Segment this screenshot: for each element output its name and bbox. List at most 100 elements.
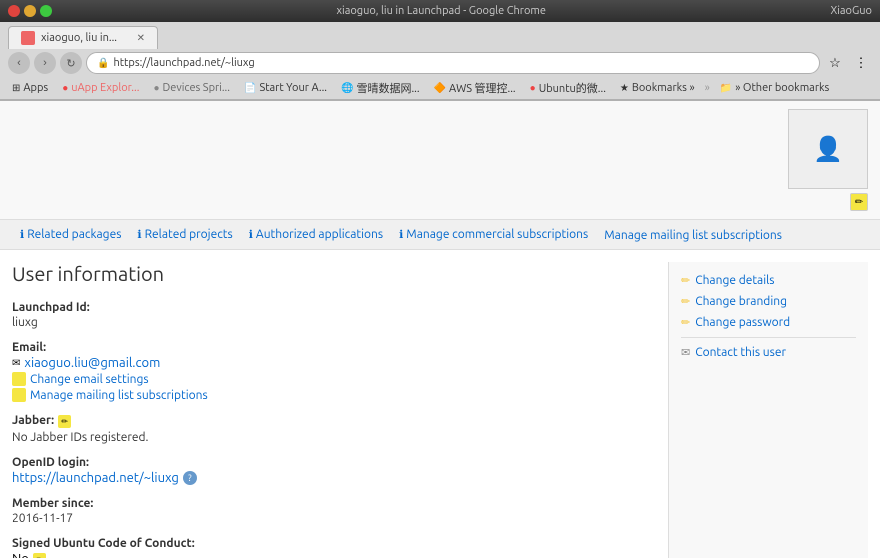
manage-mailing-label: Manage mailing list subscriptions <box>604 229 782 242</box>
main-content: 👤 ✏ ℹ Related packages ℹ Related project… <box>0 101 880 558</box>
openid-link[interactable]: https://launchpad.net/~liuxg <box>12 471 179 485</box>
jabber-section: Jabber: ✏ No Jabber IDs registered. <box>12 414 648 444</box>
change-password-label: Change password <box>695 316 790 329</box>
bookmark-snow[interactable]: 🌐 雪晴数据网... <box>337 79 424 97</box>
uapp-icon: ● <box>62 82 68 94</box>
bookmark-devices[interactable]: ● Devices Spri... <box>149 81 234 95</box>
openid-help-icon[interactable]: ? <box>183 471 197 485</box>
bookmark-start-label: Start Your A... <box>259 82 327 94</box>
bookmark-other-label: » Other bookmarks <box>735 82 829 94</box>
window-title: xiaoguo, liu in Launchpad - Google Chrom… <box>58 5 824 17</box>
url-bar[interactable]: 🔒 https://launchpad.net/~liuxg <box>86 52 820 74</box>
reload-button[interactable]: ↻ <box>60 52 82 74</box>
snow-icon: 🌐 <box>341 82 353 94</box>
star-icon: ★ <box>620 82 629 94</box>
minimize-button[interactable] <box>24 5 36 17</box>
launchpad-id-value: liuxg <box>12 316 648 329</box>
bookmark-ubuntu[interactable]: ● Ubuntu的微... <box>526 79 610 97</box>
bookmark-aws[interactable]: 🔶 AWS 管理控... <box>430 79 520 97</box>
coc-label: Signed Ubuntu Code of Conduct: <box>12 537 648 550</box>
email-label: Email: <box>12 341 648 354</box>
aws-icon: 🔶 <box>434 82 446 94</box>
openid-value-row: https://launchpad.net/~liuxg ? <box>12 471 648 485</box>
jabber-label: Jabber: <box>12 414 54 427</box>
ubuntu-icon: ● <box>530 82 536 94</box>
active-tab[interactable]: xiaoguo, liu in... ✕ <box>8 26 158 49</box>
related-packages-label: Related packages <box>27 228 121 241</box>
edit-coc-button[interactable]: ✏ <box>33 553 46 558</box>
bookmark-devices-label: Devices Spri... <box>162 82 230 94</box>
bookmarks-bar: ⊞ Apps ● uApp Explor... ● Devices Spri..… <box>0 77 880 100</box>
manage-mailing-link[interactable]: Manage mailing list subscriptions <box>604 229 782 242</box>
os-user: XiaoGuo <box>830 5 872 17</box>
user-avatar: 👤 <box>788 109 868 189</box>
tab-bar: xiaoguo, liu in... ✕ <box>0 22 880 49</box>
contact-user-label: Contact this user <box>695 346 786 359</box>
member-since-label: Member since: <box>12 497 648 510</box>
bookmark-apps-label: Apps <box>23 82 48 94</box>
edit-jabber-button[interactable]: ✏ <box>58 415 71 428</box>
related-packages-link[interactable]: ℹ Related packages <box>12 226 129 243</box>
email-section: Email: ✉ xiaoguo.liu@gmail.com ✏ Change … <box>12 341 648 402</box>
menu-button[interactable]: ⋮ <box>850 52 872 74</box>
change-password-action[interactable]: ✏ Change password <box>681 316 856 329</box>
member-since-value: 2016-11-17 <box>12 512 648 525</box>
jabber-value: No Jabber IDs registered. <box>12 431 648 444</box>
bookmark-bookmarks[interactable]: ★ Bookmarks » <box>616 81 699 95</box>
email-value-link[interactable]: xiaoguo.liu@gmail.com <box>24 356 160 370</box>
back-button[interactable]: ‹ <box>8 52 30 74</box>
forward-button[interactable]: › <box>34 52 56 74</box>
bookmark-other[interactable]: 📁 » Other bookmarks <box>716 81 834 95</box>
manage-mailing-action-label: Manage mailing list subscriptions <box>30 389 208 402</box>
header-right: 👤 ✏ <box>788 109 868 211</box>
bookmark-start[interactable]: 📄 Start Your A... <box>240 81 331 95</box>
coc-value: No <box>12 552 29 558</box>
page-header: 👤 ✏ <box>0 101 880 220</box>
window-controls[interactable] <box>8 5 52 17</box>
change-details-action[interactable]: ✏ Change details <box>681 274 856 287</box>
devices-icon: ● <box>153 82 159 94</box>
manage-mailing-action[interactable]: ✏ Manage mailing list subscriptions <box>12 388 648 402</box>
authorized-apps-link[interactable]: ℹ Authorized applications <box>241 226 391 243</box>
change-branding-label: Change branding <box>695 295 787 308</box>
sidebar-divider <box>681 337 856 338</box>
launchpad-id-label: Launchpad Id: <box>12 301 648 314</box>
related-projects-link[interactable]: ℹ Related projects <box>129 226 240 243</box>
info-icon-apps: ℹ <box>249 228 253 241</box>
pencil-icon-mailing: ✏ <box>12 388 26 402</box>
edit-avatar-button[interactable]: ✏ <box>850 193 868 211</box>
apps-grid-icon: ⊞ <box>12 82 20 94</box>
bookmark-aws-label: AWS 管理控... <box>449 80 516 96</box>
folder-icon: 📁 <box>720 82 732 94</box>
maximize-button[interactable] <box>40 5 52 17</box>
envelope-icon: ✉ <box>681 346 690 359</box>
info-icon-packages: ℹ <box>20 228 24 241</box>
nav-bar: ‹ › ↻ 🔒 https://launchpad.net/~liuxg ☆ ⋮ <box>0 49 880 77</box>
contact-user-action[interactable]: ✉ Contact this user <box>681 346 856 359</box>
content-area: User information Launchpad Id: liuxg Ema… <box>0 250 880 558</box>
close-button[interactable] <box>8 5 20 17</box>
tab-close-button[interactable]: ✕ <box>137 32 145 44</box>
email-envelope-icon: ✉ <box>12 357 20 369</box>
doc-icon: 📄 <box>244 82 256 94</box>
openid-section: OpenID login: https://launchpad.net/~liu… <box>12 456 648 485</box>
tab-label: xiaoguo, liu in... <box>41 32 117 44</box>
email-value-row: ✉ xiaoguo.liu@gmail.com <box>12 356 648 370</box>
change-email-label: Change email settings <box>30 373 149 386</box>
change-branding-action[interactable]: ✏ Change branding <box>681 295 856 308</box>
change-details-label: Change details <box>695 274 774 287</box>
manage-commercial-link[interactable]: ℹ Manage commercial subscriptions <box>391 226 596 243</box>
coc-section: Signed Ubuntu Code of Conduct: No ✏ <box>12 537 648 558</box>
bookmark-bookmarks-label: Bookmarks » <box>632 82 695 94</box>
bookmark-uapp[interactable]: ● uApp Explor... <box>58 81 143 95</box>
bookmark-star-button[interactable]: ☆ <box>824 52 846 74</box>
openid-label: OpenID login: <box>12 456 648 469</box>
bookmark-uapp-label: uApp Explor... <box>71 82 139 94</box>
launchpad-id-section: Launchpad Id: liuxg <box>12 301 648 329</box>
change-email-action[interactable]: ✏ Change email settings <box>12 372 648 386</box>
bookmark-apps[interactable]: ⊞ Apps <box>8 81 52 95</box>
authorized-apps-label: Authorized applications <box>256 228 383 241</box>
bookmark-ubuntu-label: Ubuntu的微... <box>539 80 606 96</box>
pencil-icon-password: ✏ <box>681 316 690 329</box>
info-icon-projects: ℹ <box>137 228 141 241</box>
